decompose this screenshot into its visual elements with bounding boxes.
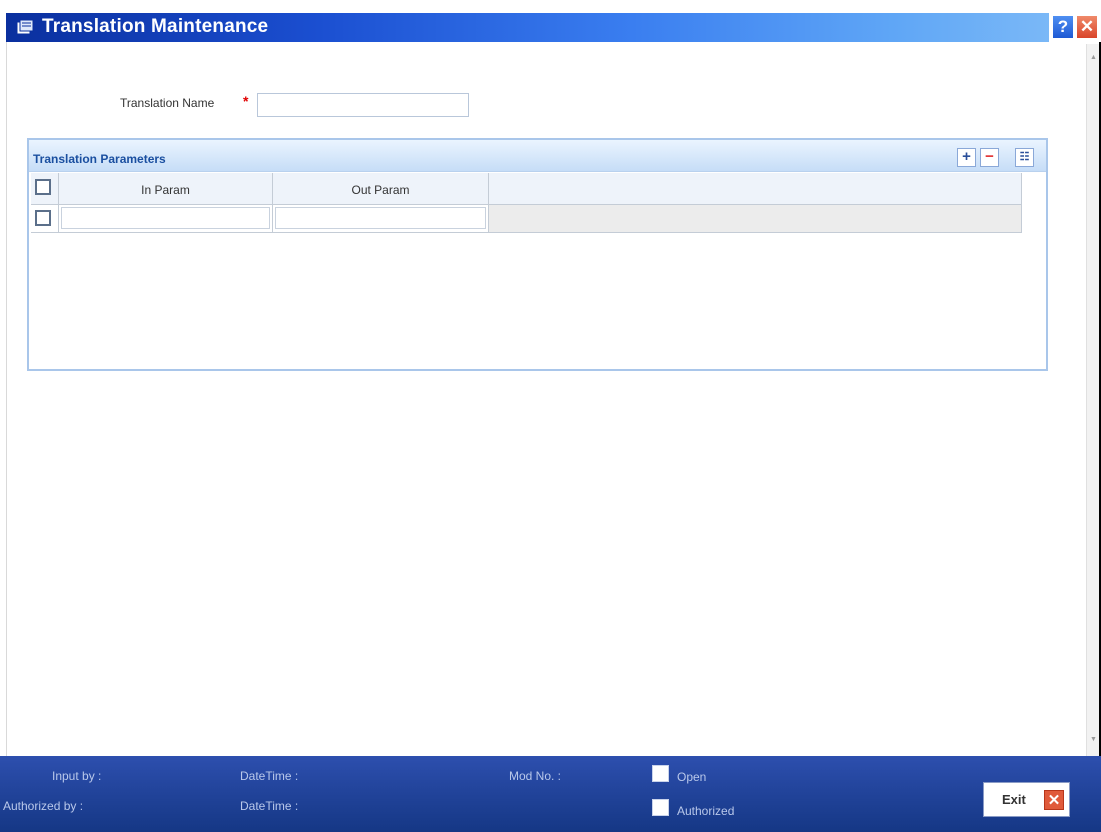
authorized-label: Authorized: [677, 804, 735, 818]
in-param-cell: [59, 205, 273, 233]
add-row-button[interactable]: +: [957, 148, 976, 167]
open-checkbox: [652, 765, 669, 782]
row-filler: [489, 205, 1022, 233]
exit-button[interactable]: Exit ✕: [983, 782, 1070, 817]
authorized-checkbox: [652, 799, 669, 816]
mod-no-label: Mod No. :: [509, 769, 562, 783]
title-tab: Translation Maintenance: [6, 13, 1049, 42]
exit-label: Exit: [1002, 792, 1026, 807]
open-label: Open: [677, 770, 707, 784]
authorized-by-label: Authorized by :: [3, 799, 84, 813]
close-icon: ✕: [1044, 790, 1064, 810]
out-param-input[interactable]: [275, 207, 486, 229]
delete-row-button[interactable]: −: [980, 148, 999, 167]
input-datetime-label: DateTime :: [240, 769, 299, 783]
translation-name-input[interactable]: [257, 93, 469, 117]
select-all-cell: [31, 173, 59, 205]
select-all-checkbox[interactable]: [35, 179, 51, 195]
section-header: Translation Parameters + − ☷: [29, 140, 1046, 172]
translation-name-label: Translation Name: [120, 96, 215, 110]
grid-header-row: In Param Out Param: [31, 173, 1022, 205]
column-header-label: In Param: [141, 183, 190, 197]
authorized-datetime-label: DateTime :: [240, 799, 299, 813]
scroll-down-icon[interactable]: ▼: [1090, 736, 1097, 743]
scroll-up-icon[interactable]: ▲: [1090, 54, 1097, 61]
section-title: Translation Parameters: [33, 152, 166, 166]
in-param-input[interactable]: [61, 207, 270, 229]
view-details-button[interactable]: ☷: [1015, 148, 1034, 167]
row-select-checkbox[interactable]: [35, 210, 51, 226]
translation-maintenance-window: Translation Maintenance ? ✕ ▲ ▼ Translat…: [0, 0, 1101, 832]
out-param-cell: [273, 205, 489, 233]
window-title: Translation Maintenance: [42, 16, 269, 37]
row-select-cell: [31, 205, 59, 233]
column-header-filler: [489, 173, 1022, 205]
audit-footer: Input by : Authorized by : DateTime : Da…: [0, 756, 1101, 832]
left-border: [6, 42, 7, 756]
title-bar: Translation Maintenance ? ✕: [0, 0, 1101, 42]
column-header-out-param[interactable]: Out Param: [273, 173, 489, 205]
close-button[interactable]: ✕: [1076, 15, 1098, 39]
table-row: [31, 205, 1022, 233]
window-icon: [16, 19, 34, 35]
column-header-label: Out Param: [351, 183, 410, 197]
required-marker: *: [243, 93, 249, 109]
column-header-in-param[interactable]: In Param: [59, 173, 273, 205]
input-by-label: Input by :: [52, 769, 102, 783]
translation-parameters-section: Translation Parameters + − ☷ In Param Ou…: [27, 138, 1048, 371]
help-button[interactable]: ?: [1052, 15, 1074, 39]
